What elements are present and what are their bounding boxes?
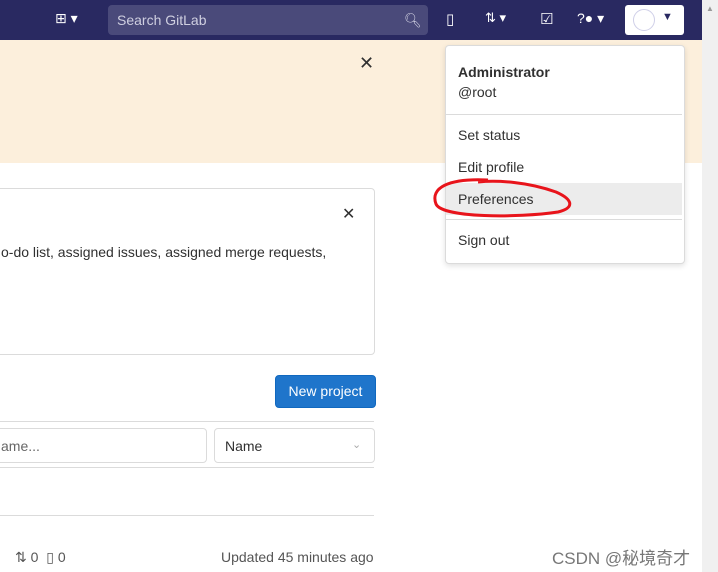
sort-value: Name	[225, 438, 263, 454]
filter-placeholder: ame...	[1, 438, 40, 454]
mr-count: 0	[30, 549, 39, 565]
divider	[446, 114, 682, 115]
menu-item-set-status[interactable]: Set status	[446, 119, 682, 151]
scrollbar[interactable]: ▲	[702, 0, 718, 572]
issue-icon: ▯	[46, 549, 54, 565]
menu-item-sign-out[interactable]: Sign out	[446, 224, 682, 256]
avatar	[633, 9, 655, 31]
user-name: Administrator	[458, 64, 550, 80]
top-navbar: ⊞ ▾ Search GitLab 🔍︎ ▯ ⇅ ▾ ☑ ?● ▾ ▼	[0, 0, 702, 40]
new-project-button[interactable]: New project	[275, 375, 376, 408]
sort-select[interactable]: Name ⌄	[214, 428, 375, 463]
filter-input[interactable]: ame...	[0, 428, 207, 463]
divider	[0, 515, 374, 516]
card-text: o-do list, assigned issues, assigned mer…	[1, 244, 327, 260]
issue-count: 0	[57, 549, 66, 565]
merge-requests-icon[interactable]: ⇅ ▾	[485, 10, 506, 26]
divider	[0, 421, 374, 422]
updated-time: Updated 45 minutes ago	[221, 549, 374, 565]
search-icon: 🔍︎	[404, 12, 422, 28]
todos-icon[interactable]: ☑	[540, 10, 553, 28]
help-icon[interactable]: ?● ▾	[577, 10, 604, 27]
user-username: @root	[458, 84, 497, 100]
watermark: CSDN @秘境奇才	[552, 549, 691, 568]
user-dropdown-menu: Administrator @root Set status Edit prof…	[445, 45, 685, 264]
project-row-stats: ⇅ 0 ▯ 0	[15, 549, 66, 566]
chevron-down-icon: ▼	[662, 11, 673, 23]
search-placeholder: Search GitLab	[117, 12, 207, 28]
search-input[interactable]: Search GitLab 🔍︎	[108, 5, 428, 35]
scroll-up-icon[interactable]: ▲	[706, 4, 714, 13]
new-menu-button[interactable]: ⊞ ▾	[55, 10, 78, 27]
user-menu-button[interactable]: ▼	[625, 5, 684, 35]
red-circle-annotation	[433, 178, 572, 218]
close-card-icon[interactable]: ✕	[342, 204, 355, 224]
welcome-card: ✕ o-do list, assigned issues, assigned m…	[0, 188, 375, 355]
issues-icon[interactable]: ▯	[446, 10, 454, 28]
divider	[0, 467, 374, 468]
close-banner-icon[interactable]: ✕	[359, 53, 374, 74]
chevron-down-icon: ⌄	[352, 439, 362, 451]
merge-request-icon: ⇅	[15, 549, 27, 565]
